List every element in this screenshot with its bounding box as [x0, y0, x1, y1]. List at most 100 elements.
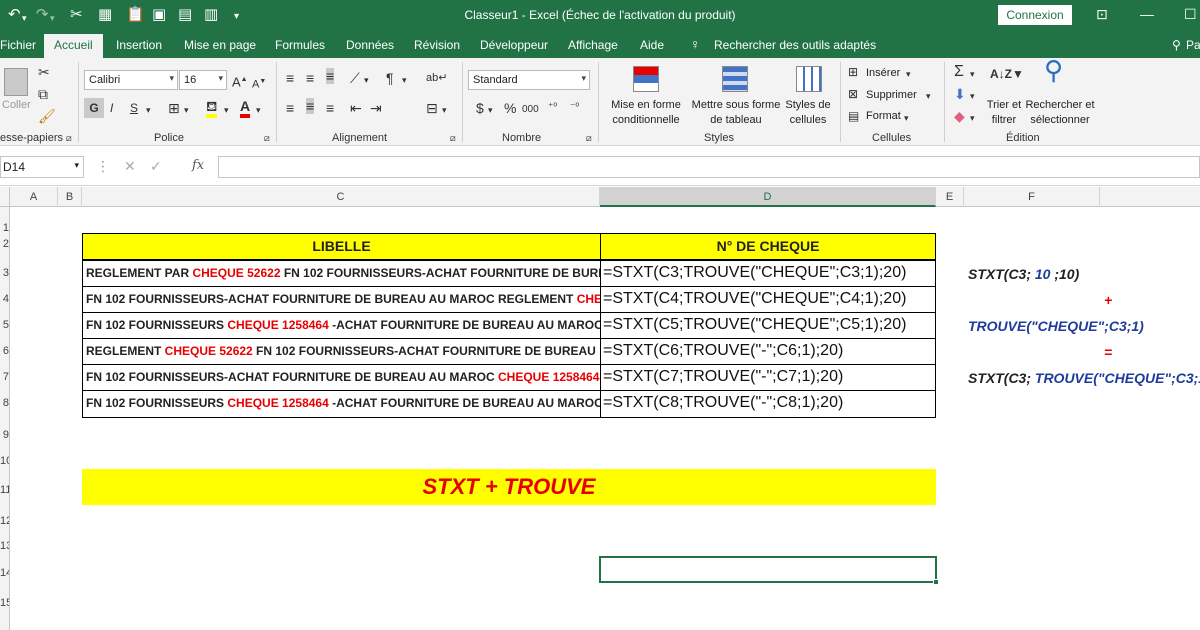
tab-aide[interactable]: Aide [640, 38, 664, 52]
note-plus[interactable]: + [1104, 292, 1112, 308]
chevron-down-icon[interactable]: ▾ [926, 88, 931, 104]
row-header[interactable]: 5 [0, 319, 9, 331]
formula-cell[interactable]: =STXT(C3;TROUVE("CHEQUE";C3;1);20) [600, 260, 936, 287]
format-as-table-icon[interactable] [722, 66, 748, 92]
chevron-down-icon[interactable]: ▾ [224, 102, 229, 118]
note-line-1[interactable]: STXT(C3; 10 ;10) [968, 266, 1079, 282]
name-box[interactable]: D14 ▾ [0, 156, 84, 178]
chevron-down-icon[interactable]: ▾ [970, 66, 975, 82]
formula-input[interactable] [218, 156, 1200, 178]
font-size-select[interactable]: 16 ▾ [179, 70, 227, 90]
formula-cell[interactable]: =STXT(C4;TROUVE("CHEQUE";C4;1);20) [600, 286, 936, 313]
column-header-a[interactable]: A [10, 187, 58, 207]
note-line-2[interactable]: TROUVE("CHEQUE";C3;1) [968, 318, 1144, 334]
chevron-down-icon[interactable]: ▾ [256, 102, 261, 118]
format-as-table-label[interactable]: Mettre sous forme [690, 98, 782, 112]
tab-fichier[interactable]: Fichier [0, 38, 36, 52]
row-header[interactable]: 9 [0, 429, 9, 441]
wrap-text-icon[interactable]: ab↵ [426, 70, 447, 86]
formula-cell[interactable]: =STXT(C8;TROUVE("-";C8;1);20) [600, 390, 936, 418]
column-header-e[interactable]: E [936, 187, 964, 207]
percent-button[interactable]: % [504, 100, 516, 116]
italic-button[interactable]: I [110, 100, 113, 116]
note-equals[interactable]: = [1104, 344, 1112, 360]
increase-indent-icon[interactable]: ⇥ [370, 100, 382, 116]
formula-cell[interactable]: =STXT(C5;TROUVE("CHEQUE";C5;1);20) [600, 312, 936, 339]
row-header[interactable]: 1 [0, 222, 9, 234]
chevron-down-icon[interactable]: ▾ [184, 102, 189, 118]
chevron-down-icon[interactable]: ▾ [488, 102, 493, 118]
column-header-d[interactable]: D [600, 187, 936, 207]
note-line-3[interactable]: STXT(C3; TROUVE("CHEQUE";C3;1);10) [968, 370, 1200, 386]
insert-icon[interactable]: ⊞ [848, 64, 858, 80]
fill-icon[interactable]: ⬇ [954, 86, 966, 102]
enter-icon[interactable]: ✓ [150, 158, 162, 175]
merge-center-icon[interactable]: ⊟ [426, 100, 438, 116]
format-painter-icon[interactable]: 🖌 [38, 108, 56, 124]
column-header-b[interactable]: B [58, 187, 82, 207]
align-center-icon[interactable]: ≡ [306, 98, 315, 114]
row-header[interactable]: 14 [0, 567, 9, 579]
chevron-down-icon[interactable]: ▾ [904, 110, 909, 126]
cell-styles-label[interactable]: Styles de [782, 98, 834, 112]
format-icon[interactable]: ▤ [848, 108, 859, 124]
row-header[interactable]: 13 [0, 540, 9, 552]
libelle-cell[interactable]: REGLEMENT PAR CHEQUE 52622 FN 102 FOURNI… [82, 260, 601, 287]
tab-accueil[interactable]: Accueil [44, 34, 103, 58]
autosum-icon[interactable]: Σ [954, 64, 964, 80]
chevron-down-icon[interactable]: ▾ [364, 72, 369, 88]
row-header[interactable]: 4 [0, 293, 9, 305]
cell-styles-icon[interactable] [796, 66, 822, 92]
insert-button[interactable]: Insérer [866, 66, 900, 80]
row-header[interactable]: 6 [0, 345, 9, 357]
increase-decimal-icon[interactable]: ⁺⁰ [548, 100, 557, 116]
chevron-down-icon[interactable]: ▾ [442, 102, 447, 118]
orientation-icon[interactable]: ⟋ [350, 70, 360, 86]
libelle-cell[interactable]: REGLEMENT CHEQUE 52622 FN 102 FOURNISSEU… [82, 338, 601, 365]
align-top-icon[interactable]: ≡ [286, 70, 294, 86]
row-header[interactable]: 2 [0, 238, 9, 250]
chevron-down-icon[interactable]: ▾ [906, 66, 911, 82]
tab-mise-en-page[interactable]: Mise en page [184, 38, 256, 52]
number-launcher-icon[interactable]: ⧄ [586, 130, 592, 146]
insert-function-button[interactable]: fx [192, 158, 204, 173]
thousands-button[interactable]: 000 [522, 102, 539, 118]
libelle-cell[interactable]: FN 102 FOURNISSEURS CHEQUE 1258464 -ACHA… [82, 390, 601, 418]
underline-button[interactable]: S [130, 100, 138, 116]
chevron-down-icon[interactable]: ▾ [970, 110, 975, 126]
find-select-label[interactable]: Rechercher et [1024, 98, 1096, 112]
align-left-icon[interactable]: ≡ [286, 100, 294, 116]
font-name-select[interactable]: Calibri ▾ [84, 70, 178, 90]
conditional-formatting-label[interactable]: Mise en forme [606, 98, 686, 112]
row-header[interactable]: 11 [0, 484, 9, 496]
chevron-down-icon[interactable]: ▾ [970, 88, 975, 104]
minimize-icon[interactable]: — [1140, 6, 1154, 22]
increase-font-icon[interactable]: A▲ [232, 72, 248, 90]
cancel-icon[interactable]: ✕ [124, 158, 136, 175]
align-right-icon[interactable]: ≡ [326, 100, 334, 116]
tab-insertion[interactable]: Insertion [116, 38, 162, 52]
row-header[interactable]: 3 [0, 267, 9, 279]
find-select-label-2[interactable]: sélectionner [1024, 113, 1096, 127]
font-color-icon[interactable]: A [240, 98, 251, 118]
tab-formules[interactable]: Formules [275, 38, 325, 52]
chevron-down-icon[interactable]: ▾ [146, 102, 151, 118]
paste-button[interactable]: Coller [2, 98, 31, 112]
decrease-indent-icon[interactable]: ⇤ [350, 100, 362, 116]
bold-button[interactable]: G [84, 98, 104, 118]
currency-button[interactable]: $ [476, 100, 484, 116]
maximize-icon[interactable]: ☐ [1184, 6, 1197, 23]
clipboard-launcher-icon[interactable]: ⧄ [66, 130, 72, 146]
fill-handle[interactable] [933, 579, 939, 585]
share-icon[interactable]: ⚲ [1172, 38, 1181, 52]
selected-cell[interactable] [599, 556, 937, 583]
font-launcher-icon[interactable]: ⧄ [264, 130, 270, 146]
alignment-launcher-icon[interactable]: ⧄ [450, 130, 456, 146]
find-select-icon[interactable]: ⚲ [1044, 57, 1063, 83]
tab-donnees[interactable]: Données [346, 38, 394, 52]
row-header[interactable]: 15 [0, 597, 9, 609]
copy-icon[interactable]: ⧉ [38, 86, 48, 102]
tab-revision[interactable]: Révision [414, 38, 460, 52]
clear-icon[interactable]: ◆ [954, 108, 965, 124]
libelle-cell[interactable]: FN 102 FOURNISSEURS-ACHAT FOURNITURE DE … [82, 286, 601, 313]
